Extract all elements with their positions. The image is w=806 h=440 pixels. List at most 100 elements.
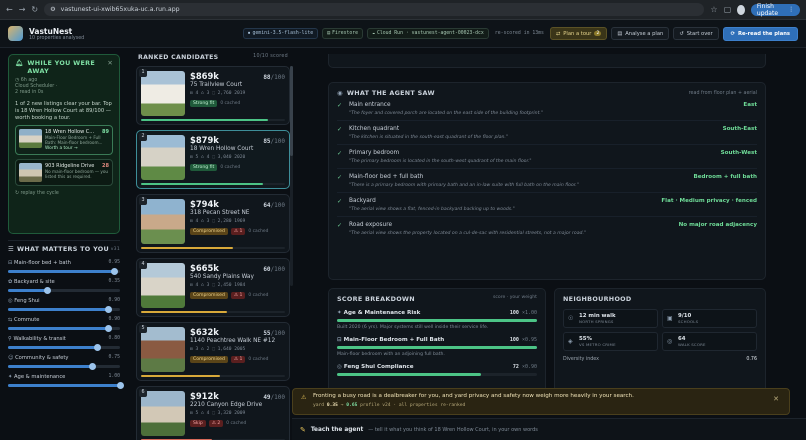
slider-handle[interactable]: [105, 305, 113, 313]
database-icon: ▤: [327, 31, 331, 36]
breakdown-weight: ×0.95: [521, 337, 537, 343]
analyse-plan-button[interactable]: ▤ Analyse a plan: [611, 27, 670, 40]
price: $794k: [190, 199, 219, 209]
breakdown-item[interactable]: ⊟ Main-Floor Bedroom + Full Bath 100 ×0.9…: [337, 337, 537, 357]
preference-slider-row: ✦ Age & maintenance 1.00: [8, 374, 124, 389]
extensions-icon[interactable]: ▢: [724, 5, 732, 15]
reload-icon[interactable]: ↻: [31, 5, 38, 15]
warning-badge: ⚠ 1: [230, 228, 246, 235]
fit-bar-fill: [141, 311, 228, 313]
rescored-status: re-scored in 13ms: [494, 31, 544, 36]
preference-slider[interactable]: [8, 343, 120, 351]
site-info-icon[interactable]: ⚙: [50, 6, 56, 13]
scrollbar-thumb[interactable]: [290, 66, 293, 156]
location-icon: ☉: [568, 315, 574, 322]
worth-tour-link[interactable]: Worth a tour →: [45, 146, 109, 151]
alert-listing-card[interactable]: 18 Wren Hollow C... 89 Main-Floor Bedroom…: [15, 125, 113, 156]
slider-handle[interactable]: [43, 286, 51, 294]
preference-slider[interactable]: [8, 381, 124, 389]
preference-slider-row: ◎ Feng Shui 0.90: [8, 297, 120, 313]
property-photo: [141, 199, 185, 244]
start-over-button[interactable]: ↺ Start over: [673, 27, 719, 40]
breakdown-item[interactable]: ◎ Feng Shui Compliance 72 ×0.90: [337, 364, 537, 376]
replay-cycle-link[interactable]: ↻ replay the cycle: [15, 191, 113, 196]
browser-toolbar: ← → ↻ ⚙ vastunest-ui-xwib65xuka-uc.a.run…: [0, 0, 806, 20]
preference-value: 0.90: [108, 316, 120, 322]
preference-label: Commute: [14, 316, 40, 323]
preference-slider-row: ⚲ Walkability & transit 0.80: [8, 335, 120, 351]
address-bar[interactable]: ⚙ vastunest-ui-xwib65xuka-uc.a.run.app: [44, 3, 705, 16]
close-icon[interactable]: ✕: [773, 395, 779, 403]
sliders-icon: ☰: [8, 245, 15, 253]
away-alert-panel: 🔔︎ WHILE YOU WERE AWAY ✕ ◷ 6h ago Cloud …: [8, 54, 120, 234]
preference-slider[interactable]: [8, 267, 120, 275]
slider-fill: [8, 326, 109, 330]
cloud-icon: ☁: [372, 31, 375, 36]
slider-handle[interactable]: [94, 343, 102, 351]
observation-value: South-East: [722, 126, 757, 132]
breakdown-title: SCORE BREAKDOWN: [337, 295, 415, 303]
preference-label: Feng Shui: [14, 297, 40, 304]
candidates-scrollbar[interactable]: [290, 66, 293, 286]
stat-label: WALK SCORE: [678, 342, 706, 347]
address: 318 Pecan Street NE: [190, 210, 250, 216]
candidate-card[interactable]: 1 $869k 88/100 75 Trailview Court ⊟ 4 ⌂ 3 ⬚ …: [136, 66, 290, 125]
slider-fill: [8, 345, 98, 349]
preference-slider[interactable]: [8, 324, 120, 332]
slider-handle[interactable]: [88, 362, 96, 370]
lightbulb-icon: ✎: [300, 425, 306, 434]
back-icon[interactable]: ←: [6, 5, 13, 15]
slider-handle[interactable]: [116, 381, 124, 389]
specs: ⊟ 3 ⌂ 2 ⬚ 1,640 2005: [190, 347, 246, 352]
preference-slider-row: ⇆ Commute 0.90: [8, 316, 120, 332]
profile-avatar[interactable]: [737, 4, 745, 15]
toast-message: Fronting a busy road is a dealbreaker fo…: [313, 393, 634, 399]
shield-icon: ◈: [568, 338, 573, 345]
plan-tour-button[interactable]: ⇄ Plan a tour 2: [549, 27, 608, 40]
breakdown-desc: Built 2020 (6 yrs). Major systems still …: [337, 325, 489, 330]
observation-label: Backyard: [349, 198, 376, 204]
close-icon[interactable]: ✕: [107, 59, 113, 75]
candidate-card[interactable]: 5 $632k 55/100 1140 Peachtree Walk NE #12 ⊟ …: [136, 322, 290, 381]
preference-slider[interactable]: [8, 286, 120, 294]
slider-handle[interactable]: [105, 324, 113, 332]
preference-slider[interactable]: [8, 362, 120, 370]
bookmark-star-icon[interactable]: ☆: [710, 5, 718, 15]
preference-label: Main-floor bed + bath: [14, 259, 71, 266]
bell-icon: 🔔︎: [15, 59, 24, 67]
candidate-card[interactable]: 4 $665k 60/100 540 Sandy Plains Way ⊟ 4 ⌂ 3 …: [136, 258, 290, 317]
diversity-row: Diversity index 0.76: [563, 357, 757, 362]
check-icon: ✓: [337, 222, 343, 229]
observation-value: Flat · Medium privacy · fenced: [661, 198, 757, 204]
reread-plans-button[interactable]: ⟳ Re-read the plans: [722, 26, 798, 41]
toast-meta: yard 0.35 → 0.65 profile v24 · all prope…: [313, 403, 466, 408]
neighbourhood-stat: ▣ 9/10 SCHOOLS: [662, 309, 757, 328]
rank-badge: 3: [139, 197, 147, 205]
observation-label: Primary bedroom: [349, 150, 400, 156]
breakdown-bar-fill: [337, 373, 481, 376]
preference-slider[interactable]: [8, 305, 120, 313]
warning-badge: ⚠ 1: [230, 292, 246, 299]
observation-value: South-West: [720, 150, 757, 156]
slider-fill: [8, 364, 92, 368]
stat-label: VS METRO CRIME: [579, 342, 616, 347]
rank-badge: 4: [139, 261, 147, 269]
teach-agent-bar[interactable]: ✎ Teach the agent — tell it what you thi…: [292, 418, 806, 440]
preference-label: Walkability & transit: [13, 335, 66, 342]
left-sidebar: 🔔︎ WHILE YOU WERE AWAY ✕ ◷ 6h ago Cloud …: [8, 54, 124, 440]
compass-icon: ◎: [337, 364, 344, 370]
candidate-card[interactable]: 2 $879k 85/100 18 Wren Hollow Court ⊟ 5 ⌂ 4 …: [136, 130, 290, 189]
refresh-icon: ⟳: [730, 30, 735, 37]
finish-update-button[interactable]: Finish update ⋮: [750, 3, 801, 17]
score-breakdown-panel: SCORE BREAKDOWN score · your weight ✦ Ag…: [328, 288, 546, 398]
cache-status: 0 cached: [248, 293, 269, 298]
breakdown-item[interactable]: ✦ Age & Maintenance Risk 100 ×1.00 Built 2…: [337, 310, 537, 330]
candidate-card[interactable]: 3 $794k 64/100 318 Pecan Street NE ⊟ 4 ⌂ 3 ⬚…: [136, 194, 290, 253]
slider-handle[interactable]: [110, 267, 118, 275]
forward-icon[interactable]: →: [19, 5, 26, 15]
candidate-card[interactable]: 6 $912k 49/100 2210 Canyon Edge Drive ⊟ 5 ⌂ …: [136, 386, 290, 440]
preference-label: Backyard & site: [14, 278, 55, 285]
reset-icon: ↺: [679, 30, 684, 37]
fit-bar: [141, 247, 285, 249]
alert-listing-card[interactable]: 903 Ridgeline Drive 28 No main-floor bedr…: [15, 159, 113, 187]
